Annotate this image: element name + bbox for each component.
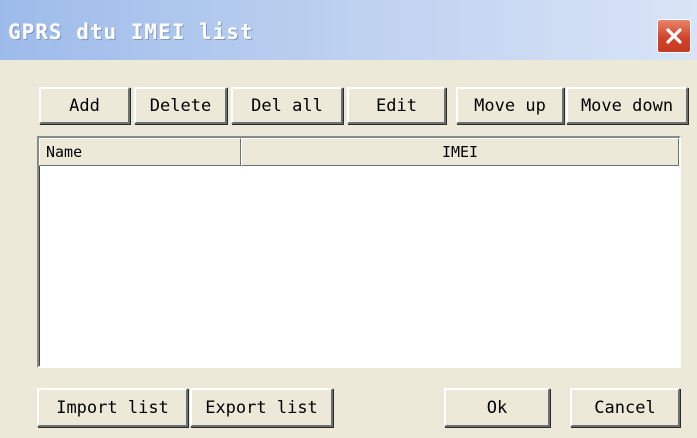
delete-button[interactable]: Delete bbox=[134, 87, 227, 124]
column-header-name[interactable]: Name bbox=[39, 138, 241, 166]
edit-button[interactable]: Edit bbox=[347, 87, 446, 124]
title-bar[interactable]: GPRS dtu IMEI list bbox=[0, 0, 697, 60]
column-header-imei[interactable]: IMEI bbox=[241, 138, 679, 166]
add-button[interactable]: Add bbox=[39, 87, 130, 124]
imei-list-dialog: GPRS dtu IMEI list Add Delete Del all Ed… bbox=[0, 0, 697, 438]
list-header: Name IMEI bbox=[39, 138, 679, 166]
move-up-button[interactable]: Move up bbox=[456, 87, 564, 124]
export-list-button[interactable]: Export list bbox=[190, 388, 333, 427]
close-button[interactable] bbox=[657, 19, 691, 53]
close-icon bbox=[666, 28, 682, 44]
dialog-client-area: Add Delete Del all Edit Move up Move dow… bbox=[0, 60, 697, 438]
import-list-button[interactable]: Import list bbox=[37, 388, 188, 427]
window-title: GPRS dtu IMEI list bbox=[8, 20, 254, 44]
delete-all-button[interactable]: Del all bbox=[231, 87, 343, 124]
ok-button[interactable]: Ok bbox=[444, 388, 550, 427]
move-down-button[interactable]: Move down bbox=[566, 87, 688, 124]
imei-list[interactable]: Name IMEI bbox=[37, 136, 681, 368]
cancel-button[interactable]: Cancel bbox=[570, 388, 680, 427]
